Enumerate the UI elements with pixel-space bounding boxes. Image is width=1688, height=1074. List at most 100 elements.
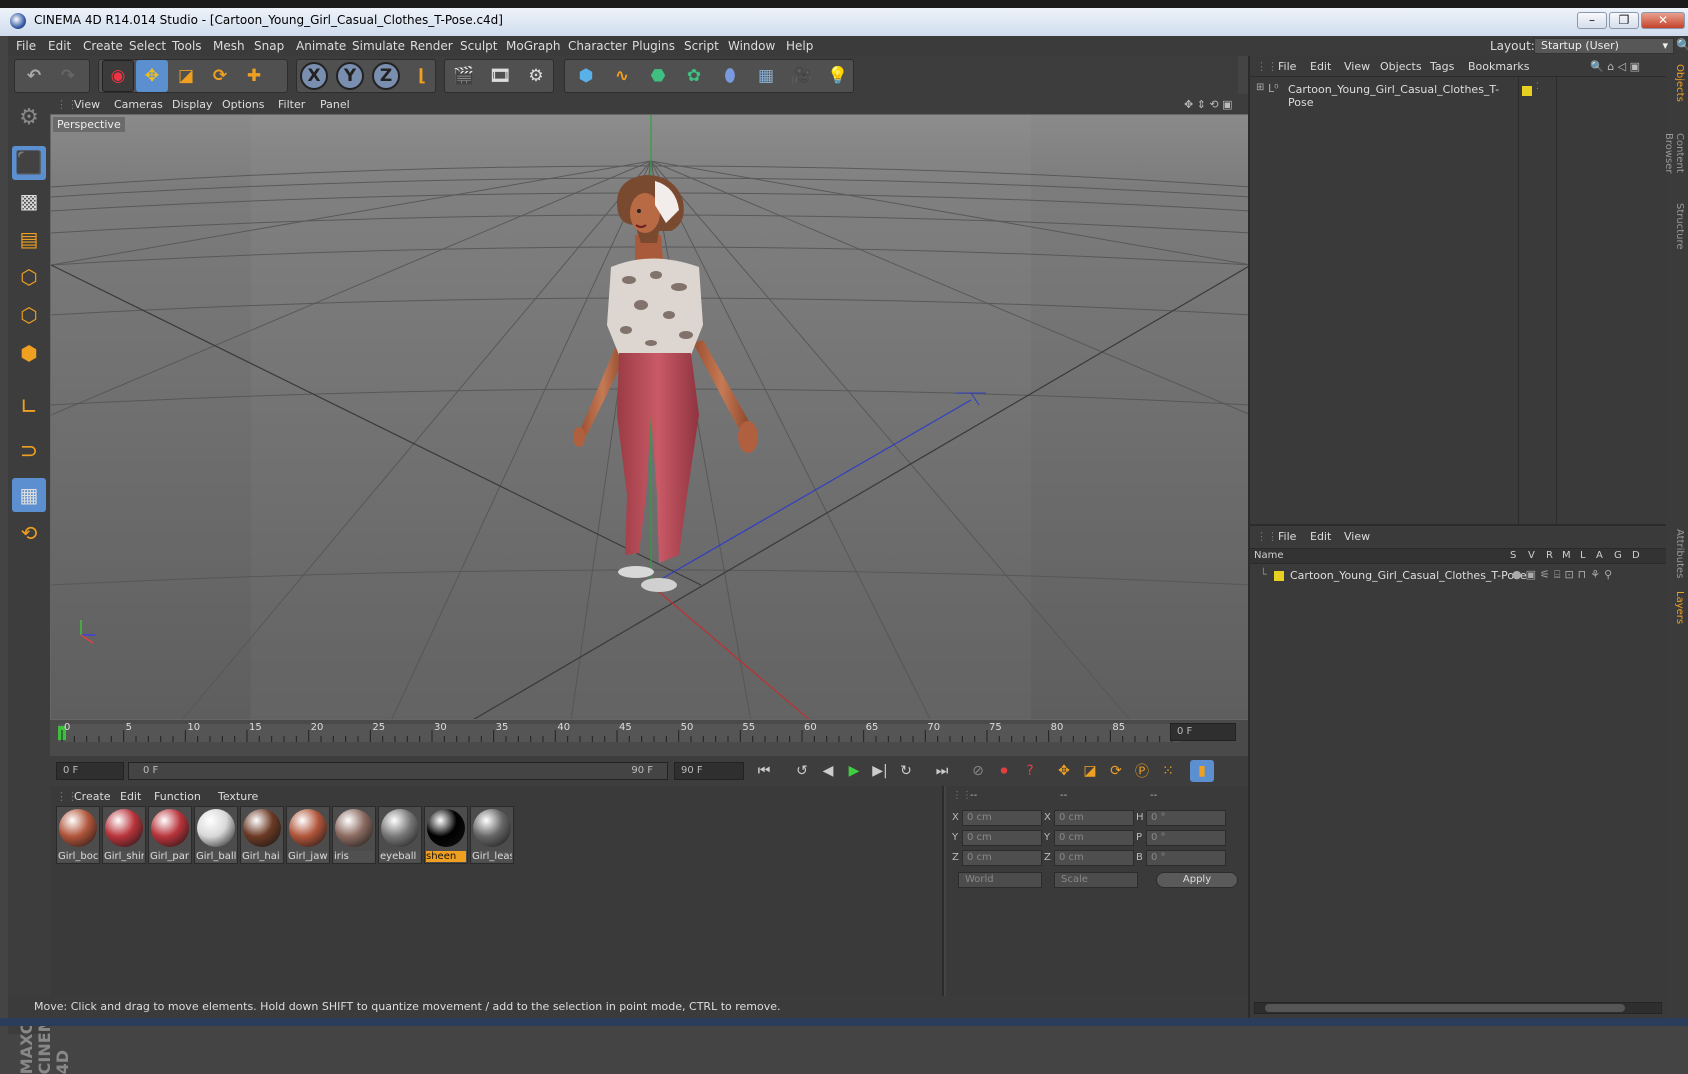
objects-menu-view[interactable]: View (1344, 60, 1370, 73)
render-picture-viewer-icon[interactable]: 🎞 (484, 60, 516, 92)
timeline-window-icon[interactable]: ▮ (1190, 760, 1214, 782)
restore-button[interactable]: ❐ (1609, 12, 1639, 29)
edges-mode-icon[interactable]: ⬡ (12, 298, 46, 332)
array-icon[interactable]: ✿ (678, 60, 710, 92)
objects-search-icon[interactable]: 🔍 ⌂ ◁ ▣ (1590, 60, 1640, 73)
close-button[interactable]: ✕ (1641, 12, 1685, 29)
spline-icon[interactable]: ∿ (606, 60, 638, 92)
key-rotation-icon[interactable]: ⟳ (1104, 760, 1128, 782)
play-icon[interactable]: ▶ (842, 760, 866, 782)
menu-character[interactable]: Character (568, 39, 627, 53)
tab-layers[interactable]: Layers (1669, 588, 1685, 628)
coordinate-mode-dropdown[interactable]: Scale (1054, 872, 1138, 888)
minimize-button[interactable]: – (1577, 12, 1607, 29)
points-mode-icon[interactable]: ⬡ (12, 260, 46, 294)
menu-select[interactable]: Select (129, 39, 166, 53)
tab-structure[interactable]: Structure (1669, 200, 1685, 252)
make-editable-icon[interactable]: ⚙ (12, 100, 46, 134)
auto-keying-icon[interactable]: ⏺ (992, 760, 1016, 782)
live-selection-icon[interactable]: ◉ (102, 60, 134, 92)
size-z-field[interactable]: 0 cm (1054, 850, 1134, 866)
material-swatch[interactable]: Girl_par (148, 806, 192, 864)
next-frame-icon[interactable]: ▶| (868, 760, 892, 782)
position-z-field[interactable]: 0 cm (962, 850, 1042, 866)
frame-range-slider[interactable]: 0 F 90 F (128, 762, 668, 780)
go-to-start-icon[interactable]: ⏮ (752, 760, 776, 782)
key-position-icon[interactable]: ✥ (1052, 760, 1076, 782)
layers-menu-edit[interactable]: Edit (1310, 530, 1331, 543)
z-axis-lock-icon[interactable]: Z (372, 62, 400, 90)
rotate-tool-icon[interactable]: ⟳ (204, 60, 236, 92)
object-row[interactable]: ⊞ L⁰ Cartoon_Young_Girl_Casual_Clothes_T… (1256, 82, 1516, 109)
deformer-icon[interactable]: ⬮ (714, 60, 746, 92)
previous-keyframe-icon[interactable]: ↺ (790, 760, 814, 782)
viewport-menu-panel[interactable]: Panel (320, 98, 350, 111)
expand-icon[interactable]: ⊞ (1256, 82, 1264, 93)
menu-simulate[interactable]: Simulate (352, 39, 405, 53)
render-settings-icon[interactable]: ⚙ (520, 60, 552, 92)
material-swatch[interactable]: Girl_leas (470, 806, 514, 864)
layers-menu-view[interactable]: View (1344, 530, 1370, 543)
material-swatch[interactable]: Girl_shir (102, 806, 146, 864)
visibility-dots-icon[interactable]: ⁚ (1536, 82, 1539, 92)
axis-mode-icon[interactable]: ∟ (12, 390, 46, 424)
timeline-ruler[interactable]: 051015202530354045505560657075808590 0 F (50, 720, 1250, 756)
rotation-h-field[interactable]: 0 ° (1146, 810, 1226, 826)
menu-help[interactable]: Help (786, 39, 813, 53)
coordinate-space-dropdown[interactable]: World (958, 872, 1042, 888)
menu-window[interactable]: Window (728, 39, 775, 53)
locked-workplane-icon[interactable]: ⟲ (12, 516, 46, 550)
move-tool-icon[interactable]: ✥ (136, 60, 168, 92)
polygons-mode-icon[interactable]: ⬢ (12, 336, 46, 370)
menu-snap[interactable]: Snap (254, 39, 284, 53)
camera-icon[interactable]: 🎥 (786, 60, 818, 92)
magnet-icon[interactable]: ⊃ (12, 434, 46, 468)
layer-color-swatch[interactable] (1274, 571, 1284, 581)
menu-script[interactable]: Script (684, 39, 719, 53)
menu-edit[interactable]: Edit (48, 39, 71, 53)
layer-row[interactable]: └ Cartoon_Young_Girl_Casual_Clothes_T-Po… (1256, 568, 1666, 584)
y-axis-lock-icon[interactable]: Y (336, 62, 364, 90)
perspective-viewport[interactable]: Perspective (50, 114, 1250, 720)
layers-menu-file[interactable]: File (1278, 530, 1296, 543)
objects-menu-objects[interactable]: Objects (1380, 60, 1422, 73)
key-scale-icon[interactable]: ◪ (1078, 760, 1102, 782)
menu-mograph[interactable]: MoGraph (506, 39, 561, 53)
nurbs-icon[interactable]: ⬣ (642, 60, 674, 92)
tab-objects[interactable]: Objects (1669, 60, 1685, 106)
model-mode-icon[interactable]: ⬛ (12, 146, 46, 180)
scrollbar-thumb[interactable] (1265, 1004, 1625, 1012)
material-menu-function[interactable]: Function (154, 790, 201, 803)
workplane-mode-icon[interactable]: ▤ (12, 222, 46, 256)
viewport-menu-filter[interactable]: Filter (278, 98, 305, 111)
next-keyframe-icon[interactable]: ↻ (894, 760, 918, 782)
apply-button[interactable]: Apply (1156, 872, 1238, 888)
viewport-menu-view[interactable]: View (74, 98, 100, 111)
menu-plugins[interactable]: Plugins (632, 39, 675, 53)
viewport-menu-cameras[interactable]: Cameras (114, 98, 163, 111)
coordinate-system-icon[interactable]: ⌊ (406, 60, 438, 92)
key-parameter-icon[interactable]: Ⓟ (1130, 760, 1154, 782)
layer-color-swatch[interactable] (1522, 86, 1532, 96)
cube-primitive-icon[interactable]: ⬢ (570, 60, 602, 92)
x-axis-lock-icon[interactable]: X (300, 62, 328, 90)
search-icon[interactable]: 🔍 (1676, 38, 1688, 52)
objects-menu-bookmarks[interactable]: Bookmarks (1468, 60, 1529, 73)
material-swatch[interactable]: Girl_jaw (286, 806, 330, 864)
tab-content-browser[interactable]: Content Browser (1663, 112, 1685, 194)
rotation-p-field[interactable]: 0 ° (1146, 830, 1226, 846)
menu-create[interactable]: Create (83, 39, 123, 53)
light-icon[interactable]: 💡 (822, 60, 854, 92)
layout-dropdown[interactable]: Startup (User) (1534, 38, 1674, 54)
material-swatch[interactable]: eyeball (378, 806, 422, 864)
size-x-field[interactable]: 0 cm (1054, 810, 1134, 826)
objects-menu-edit[interactable]: Edit (1310, 60, 1331, 73)
position-x-field[interactable]: 0 cm (962, 810, 1042, 826)
texture-mode-icon[interactable]: ▩ (12, 184, 46, 218)
previous-frame-icon[interactable]: ◀ (816, 760, 840, 782)
viewport-nav-icons[interactable]: ✥ ⇕ ⟲ ▣ (1184, 98, 1233, 111)
menu-animate[interactable]: Animate (296, 39, 346, 53)
objects-menu-tags[interactable]: Tags (1430, 60, 1454, 73)
material-swatch[interactable]: Girl_boc (56, 806, 100, 864)
recent-tool-icon[interactable]: ✚ (238, 60, 270, 92)
